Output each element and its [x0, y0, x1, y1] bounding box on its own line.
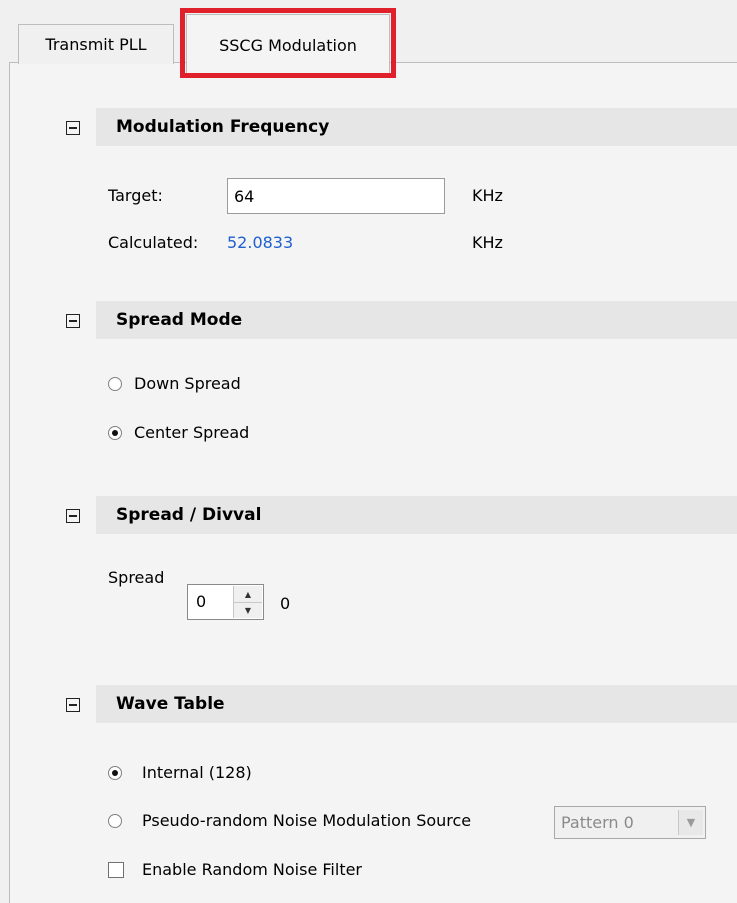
tab-sscg-modulation-label: SSCG Modulation [219, 36, 357, 55]
section-title: Spread / Divval [116, 505, 262, 525]
section-title: Wave Table [116, 694, 225, 714]
target-frequency-input[interactable]: 64 [227, 178, 445, 214]
section-header-modulation-frequency: Modulation Frequency [96, 108, 737, 146]
divval-value: 0 [280, 594, 291, 613]
section-header-spread-divval: Spread / Divval [96, 496, 737, 534]
pseudo-random-label: Pseudo-random Noise Modulation Source [142, 811, 472, 830]
target-label: Target: [108, 186, 163, 205]
dropdown-arrow-icon[interactable]: ▼ [678, 810, 703, 835]
down-spread-label: Down Spread [134, 374, 241, 393]
random-noise-filter-checkbox[interactable] [108, 862, 124, 878]
section-title: Modulation Frequency [116, 117, 330, 137]
stepper-down-icon[interactable]: ▼ [234, 602, 262, 618]
spread-stepper-buttons: ▲ ▼ [233, 586, 262, 618]
calculated-label: Calculated: [108, 233, 199, 252]
collapse-modulation-frequency-icon[interactable] [66, 121, 80, 135]
internal-wave-radio[interactable] [108, 766, 122, 780]
pseudo-random-radio[interactable] [108, 814, 122, 828]
tab-sscg-modulation[interactable]: SSCG Modulation [186, 14, 390, 76]
target-frequency-value: 64 [234, 186, 255, 206]
collapse-spread-mode-icon[interactable] [66, 314, 80, 328]
pattern-select-value: Pattern 0 [561, 813, 634, 832]
random-noise-filter-label: Enable Random Noise Filter [142, 860, 363, 879]
stepper-up-icon[interactable]: ▲ [234, 586, 262, 603]
spread-stepper[interactable]: 0 ▲ ▼ [187, 584, 264, 620]
calculated-value: 52.0833 [227, 233, 294, 252]
spread-label: Spread [108, 568, 165, 587]
internal-wave-label: Internal (128) [142, 763, 252, 782]
spread-stepper-value: 0 [196, 592, 207, 611]
section-header-spread-mode: Spread Mode [96, 301, 737, 339]
section-header-wave-table: Wave Table [96, 685, 737, 723]
section-title: Spread Mode [116, 310, 243, 330]
target-unit: KHz [472, 186, 503, 205]
tab-transmit-pll[interactable]: Transmit PLL [18, 24, 174, 64]
collapse-wave-table-icon[interactable] [66, 698, 80, 712]
pattern-select[interactable]: Pattern 0 ▼ [554, 806, 706, 839]
center-spread-label: Center Spread [134, 423, 250, 442]
down-spread-radio[interactable] [108, 377, 122, 391]
tab-transmit-pll-label: Transmit PLL [45, 35, 147, 54]
calculated-unit: KHz [472, 233, 503, 252]
collapse-spread-divval-icon[interactable] [66, 509, 80, 523]
center-spread-radio[interactable] [108, 426, 122, 440]
